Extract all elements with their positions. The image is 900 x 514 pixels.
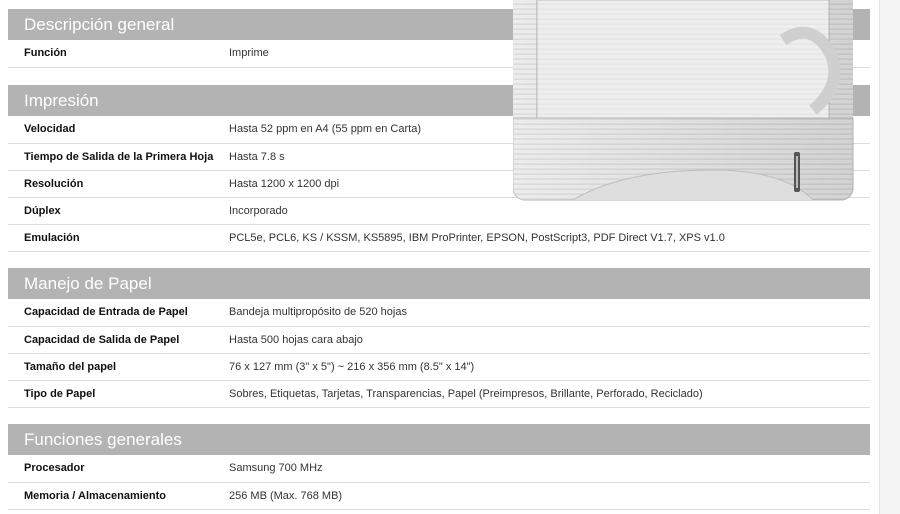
- spec-value: Bandeja multipropósito de 520 hojas: [229, 306, 407, 318]
- spec-label: Memoria / Almacenamiento: [24, 490, 167, 502]
- section-header: Manejo de Papel: [8, 268, 870, 299]
- section-header: Funciones generales: [8, 424, 870, 455]
- spec-label: Función: [24, 47, 67, 59]
- section-manejo-de-papel: Manejo de Papel Capacidad de Entrada de …: [8, 268, 870, 408]
- spec-value: 256 MB (Max. 768 MB): [229, 490, 343, 502]
- spec-row: Memoria / Almacenamiento 256 MB (Max. 76…: [8, 483, 870, 510]
- printer-image: [512, 0, 855, 207]
- spec-value: Hasta 7.8 s: [229, 151, 285, 163]
- scrollbar-track[interactable]: [879, 0, 900, 514]
- spec-row: Tipo de Papel Sobres, Etiquetas, Tarjeta…: [8, 381, 870, 408]
- spec-label: Tipo de Papel: [24, 388, 96, 400]
- spec-row: Procesador Samsung 700 MHz: [8, 455, 870, 483]
- printer-illustration: [512, 0, 854, 201]
- spec-value: 76 x 127 mm (3" x 5") ~ 216 x 356 mm (8.…: [229, 361, 475, 373]
- spec-value: Imprime: [229, 47, 269, 59]
- spec-label: Tiempo de Salida de la Primera Hoja: [24, 151, 214, 163]
- spec-value: PCL5e, PCL6, KS / KSSM, KS5895, IBM ProP…: [229, 232, 725, 244]
- spec-value: Hasta 52 ppm en A4 (55 ppm en Carta): [229, 123, 421, 135]
- spec-row: Capacidad de Salida de Papel Hasta 500 h…: [8, 327, 870, 354]
- section-funciones-generales: Funciones generales Procesador Samsung 7…: [8, 424, 870, 510]
- spec-value: Samsung 700 MHz: [229, 462, 323, 474]
- spec-label: Resolución: [24, 178, 84, 190]
- spec-label: Capacidad de Entrada de Papel: [24, 306, 188, 318]
- spec-label: Emulación: [24, 232, 80, 244]
- spec-label: Dúplex: [24, 205, 61, 217]
- spec-row: Capacidad de Entrada de Papel Bandeja mu…: [8, 299, 870, 327]
- spec-row: Emulación PCL5e, PCL6, KS / KSSM, KS5895…: [8, 225, 870, 252]
- spec-row: Tamaño del papel 76 x 127 mm (3" x 5") ~…: [8, 354, 870, 381]
- spec-label: Velocidad: [24, 123, 76, 135]
- spec-label: Tamaño del papel: [24, 361, 117, 373]
- spec-value: Incorporado: [229, 205, 288, 217]
- spec-value: Hasta 1200 x 1200 dpi: [229, 178, 340, 190]
- spec-value: Sobres, Etiquetas, Tarjetas, Transparenc…: [229, 388, 703, 400]
- spec-label: Procesador: [24, 462, 85, 474]
- spec-label: Capacidad de Salida de Papel: [24, 334, 180, 346]
- spec-value: Hasta 500 hojas cara abajo: [229, 334, 363, 346]
